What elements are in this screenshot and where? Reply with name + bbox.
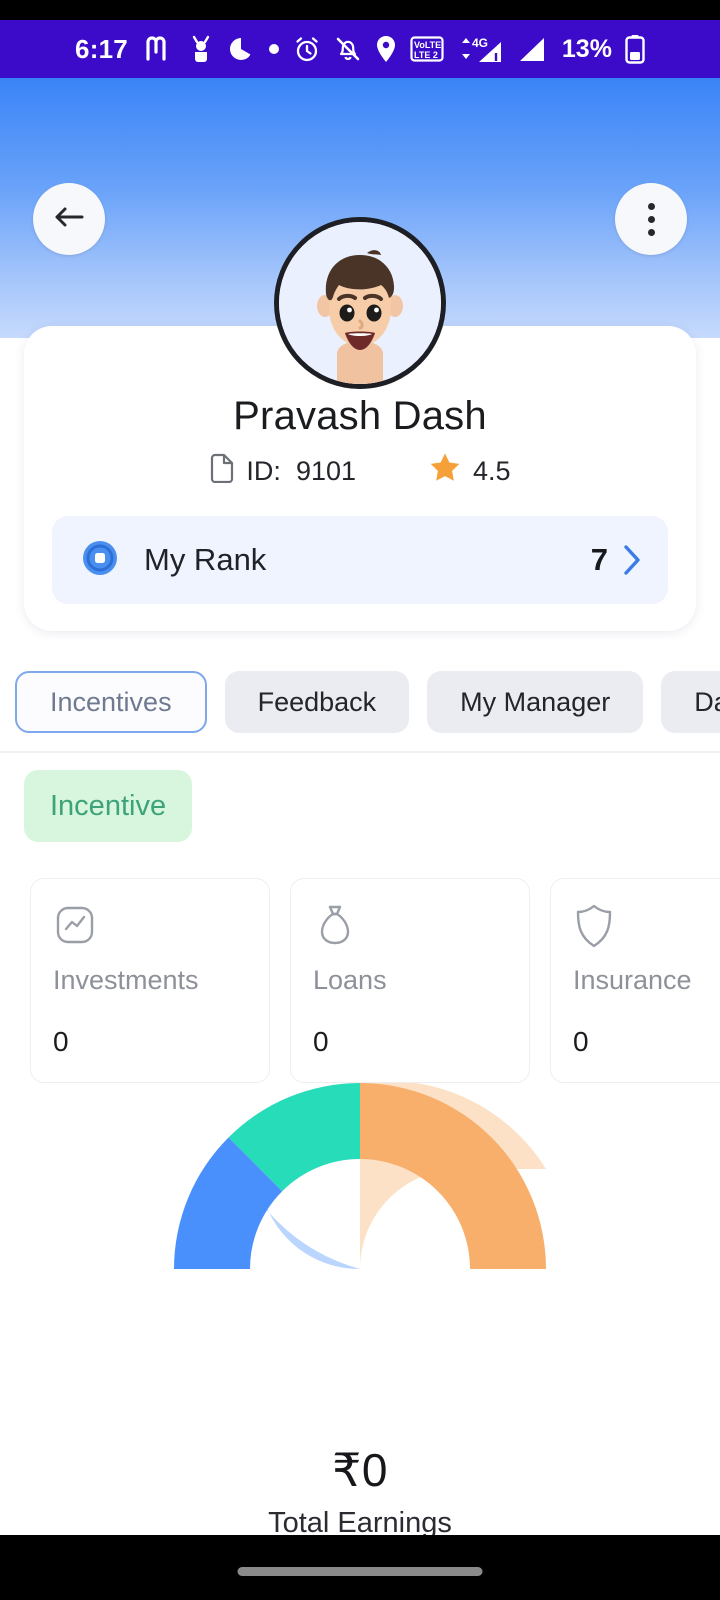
profile-rating: 4.5 <box>428 451 511 491</box>
stat-card-row: Investments 0 Loans 0 Insurance 0 <box>30 878 720 1083</box>
profile-name: Pravash Dash <box>233 394 487 438</box>
pacman-icon <box>227 34 255 64</box>
avatar[interactable] <box>274 217 446 389</box>
user-avatar-memoji <box>279 222 441 384</box>
tab-strip[interactable]: Incentives Feedback My Manager Da <box>0 658 720 746</box>
location-pin-icon <box>375 34 397 64</box>
incentive-badge: Incentive <box>24 770 193 842</box>
shield-icon <box>573 903 720 957</box>
chevron-right-icon <box>622 543 642 577</box>
my-rank-label: My Rank <box>144 542 267 577</box>
status-bar-clock: 6:17 <box>75 33 128 64</box>
money-bag-icon <box>313 903 507 957</box>
stat-label: Insurance <box>573 965 692 995</box>
tab-feedback[interactable]: Feedback <box>224 671 410 733</box>
svg-text:LTE 2: LTE 2 <box>414 50 438 60</box>
stat-value: 0 <box>53 1026 69 1057</box>
back-button[interactable] <box>33 183 105 255</box>
battery-icon <box>625 34 645 64</box>
stat-card-loans[interactable]: Loans 0 <box>290 878 530 1083</box>
4g-signal-icon: 4G <box>457 34 503 64</box>
gesture-home-bar[interactable] <box>237 1567 483 1576</box>
metro-m-icon <box>145 34 175 64</box>
status-bar: 6:17 VoLTE LTE 2 4G 13% <box>0 20 720 78</box>
stat-value: 0 <box>573 1026 589 1057</box>
stat-label: Investments <box>53 965 199 995</box>
document-icon <box>209 453 235 490</box>
svg-text:VoLTE: VoLTE <box>414 40 441 50</box>
arrow-left-icon <box>52 202 86 237</box>
total-earnings-amount: ₹0 <box>332 1444 388 1496</box>
dot-icon <box>268 34 280 64</box>
bell-muted-icon <box>334 34 362 64</box>
svg-text:4G: 4G <box>472 36 488 50</box>
earnings-gauge-chart <box>174 1083 546 1273</box>
chart-line-icon <box>53 903 247 957</box>
overflow-menu-icon <box>647 202 655 236</box>
tab-my-manager[interactable]: My Manager <box>427 671 644 733</box>
profile-rating-value: 4.5 <box>473 455 511 486</box>
overflow-menu-button[interactable] <box>615 183 687 255</box>
stat-label: Loans <box>313 965 387 995</box>
profile-id: ID: 9101 <box>209 453 356 490</box>
my-rank-row[interactable]: My Rank 7 <box>52 516 668 604</box>
stat-card-insurance[interactable]: Insurance 0 <box>550 878 720 1083</box>
incentives-panel: Incentive Investments 0 Loans 0 Insuranc… <box>0 753 720 1535</box>
star-icon <box>428 451 462 491</box>
rank-medal-icon <box>78 536 122 585</box>
tab-dashboard[interactable]: Da <box>661 671 720 733</box>
scooter-icon <box>188 34 214 64</box>
tab-incentives[interactable]: Incentives <box>15 671 207 733</box>
stat-card-investments[interactable]: Investments 0 <box>30 878 270 1083</box>
bottom-bezel <box>0 1535 720 1600</box>
stat-value: 0 <box>313 1026 329 1057</box>
battery-percent-label: 13% <box>561 34 612 63</box>
total-earnings-block: ₹0 Total Earnings <box>0 1443 720 1535</box>
app-content: Pravash Dash ID: 9101 4.5 My Rank 7 Ince… <box>0 78 720 1535</box>
profile-id-label: ID: <box>246 455 281 486</box>
top-bezel <box>0 0 720 20</box>
volte-sim2-icon: VoLTE LTE 2 <box>410 34 444 64</box>
profile-meta-row: ID: 9101 4.5 <box>24 451 696 491</box>
total-earnings-caption: Total Earnings <box>268 1507 452 1535</box>
my-rank-value: 7 <box>590 542 608 577</box>
profile-id-value: 9101 <box>295 455 357 486</box>
signal-bars-icon <box>516 34 546 64</box>
alarm-clock-icon <box>293 34 321 64</box>
phone-screen: 6:17 VoLTE LTE 2 4G 13% Pravash Dash ID:… <box>0 0 720 1600</box>
